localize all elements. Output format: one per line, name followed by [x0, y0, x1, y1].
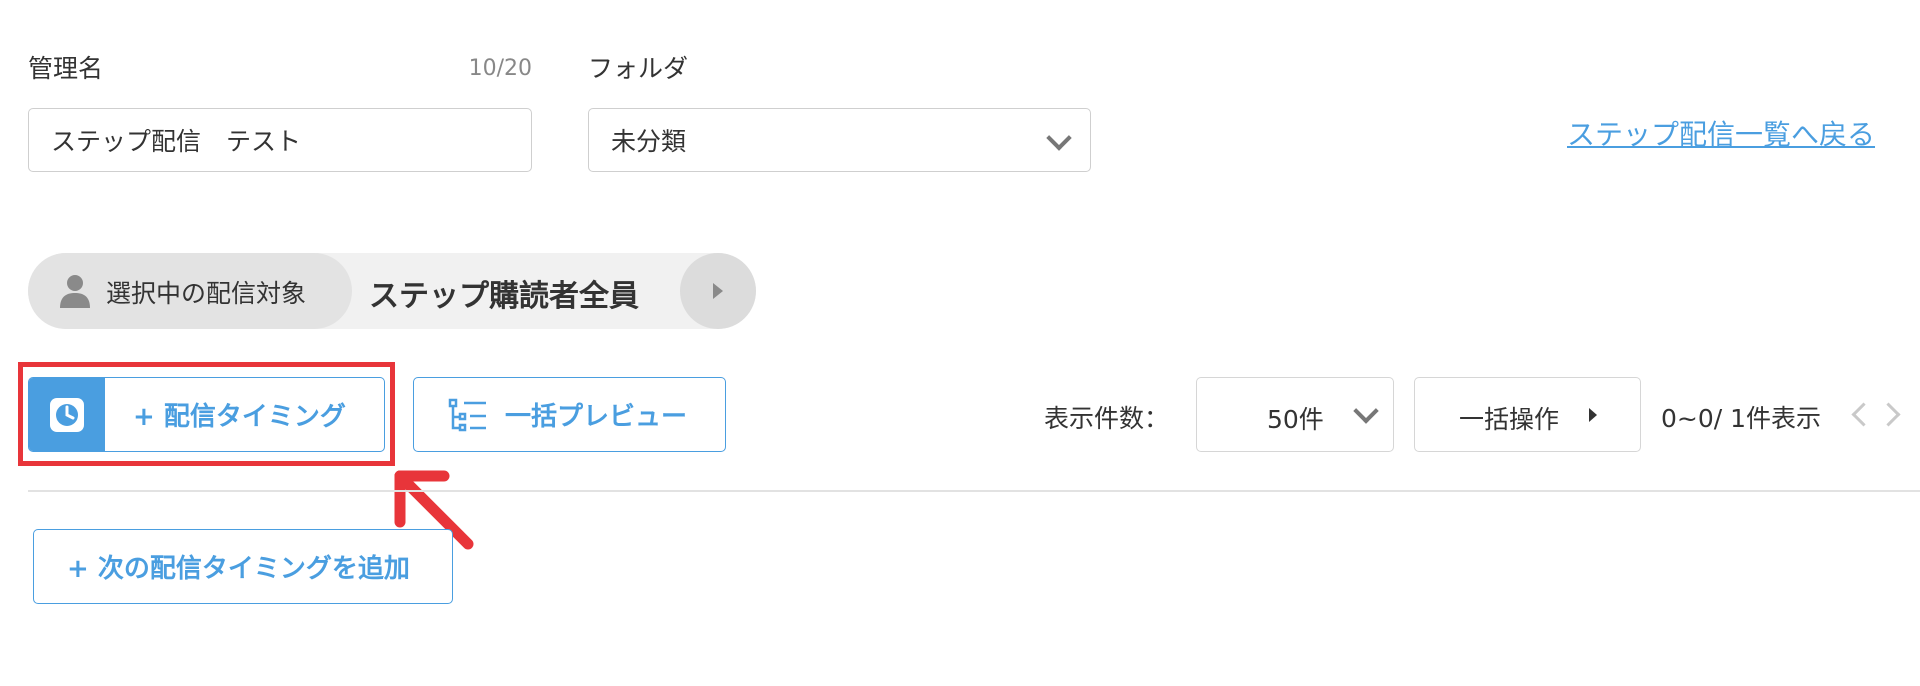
section-divider — [28, 490, 1920, 492]
chevron-down-icon — [1046, 125, 1072, 151]
add-next-timing-label: + 次の配信タイミングを追加 — [67, 554, 410, 584]
name-char-count: 10/20 — [468, 56, 532, 81]
delivery-target-bar: 選択中の配信対象 ステップ購読者全員 — [28, 253, 756, 329]
folder-field-label: フォルダ — [588, 54, 689, 83]
back-to-list-link[interactable]: ステップ配信一覧へ戻る — [1567, 113, 1875, 153]
folder-select[interactable]: 未分類 — [588, 108, 1091, 172]
chevron-down-icon — [1353, 398, 1379, 424]
result-range-text: 0~0/ 1件表示 — [1661, 404, 1822, 433]
add-timing-button[interactable]: + 配信タイミング — [28, 377, 385, 452]
name-input[interactable] — [28, 108, 532, 172]
bulk-action-button[interactable]: 一括操作 — [1414, 377, 1641, 452]
previous-page-icon[interactable] — [1851, 402, 1876, 427]
folder-select-value: 未分類 — [611, 127, 687, 156]
bulk-action-label: 一括操作 — [1459, 405, 1560, 434]
bulk-preview-label: 一括プレビュー — [505, 402, 688, 432]
caret-right-icon — [1589, 408, 1597, 422]
timing-icon-block — [29, 378, 105, 451]
change-target-button[interactable] — [680, 253, 756, 329]
bulk-preview-button[interactable]: 一括プレビュー — [413, 377, 726, 452]
target-label-chip: 選択中の配信対象 — [28, 253, 352, 329]
display-count-value: 50件 — [1267, 405, 1324, 434]
add-timing-label: + 配信タイミング — [133, 402, 346, 432]
display-count-select[interactable]: 50件 — [1196, 377, 1394, 452]
name-field-label: 管理名 — [28, 54, 104, 83]
target-value: ステップ購読者全員 — [369, 279, 639, 314]
add-next-timing-button[interactable]: + 次の配信タイミングを追加 — [33, 529, 453, 604]
next-page-icon[interactable] — [1876, 402, 1901, 427]
clock-icon — [50, 398, 84, 432]
target-label: 選択中の配信対象 — [106, 279, 307, 308]
caret-right-icon — [713, 283, 723, 299]
tree-list-icon — [448, 398, 486, 432]
display-count-label: 表示件数： — [1044, 404, 1170, 433]
user-icon — [60, 275, 90, 308]
